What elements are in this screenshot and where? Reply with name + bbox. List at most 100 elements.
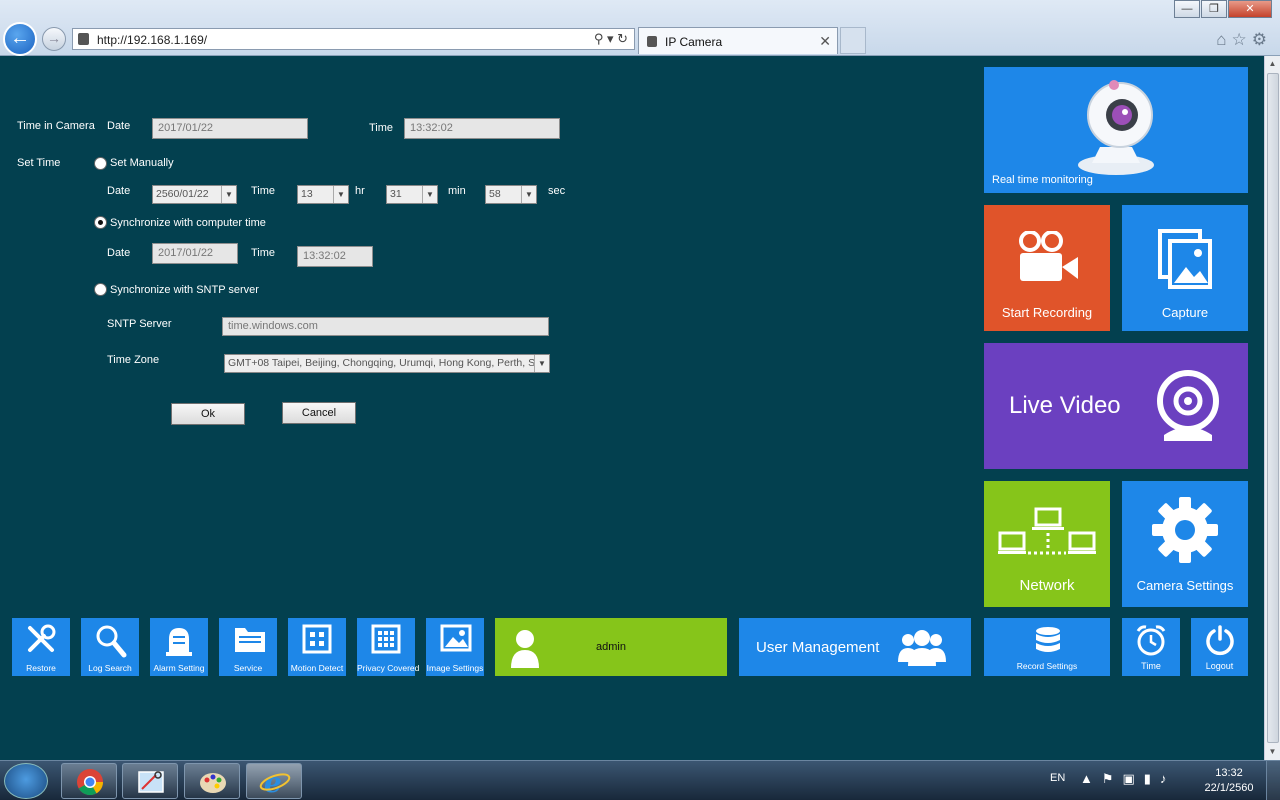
sync-computer-label: Synchronize with computer time bbox=[110, 217, 266, 229]
set-manually-label: Set Manually bbox=[110, 157, 174, 169]
chrome-taskbar-icon[interactable] bbox=[61, 763, 117, 799]
ie-taskbar-icon[interactable]: e bbox=[246, 763, 302, 799]
windows-start-icon[interactable] bbox=[4, 763, 48, 799]
logout-tile[interactable]: Logout bbox=[1191, 618, 1248, 676]
service-label: Service bbox=[233, 663, 263, 673]
scroll-up-icon[interactable]: ▲ bbox=[1265, 56, 1280, 72]
new-tab-button[interactable] bbox=[840, 27, 866, 54]
alarm-setting-tile[interactable]: Alarm Setting bbox=[150, 618, 208, 676]
set-manually-radio[interactable] bbox=[94, 157, 107, 170]
live-video-tile[interactable]: Live Video bbox=[984, 343, 1248, 469]
search-refresh-icons[interactable]: ⚲ ▾ ↻ bbox=[594, 31, 628, 47]
language-indicator[interactable]: EN bbox=[1050, 772, 1065, 784]
restore-tile[interactable]: Restore bbox=[12, 618, 70, 676]
chevron-down-icon: ▼ bbox=[221, 186, 236, 203]
privacy-covered-label: Privacy Covered bbox=[357, 663, 420, 673]
users-group-icon bbox=[898, 630, 946, 666]
chevron-down-icon: ▼ bbox=[422, 186, 437, 203]
time-zone-value: GMT+08 Taipei, Beijing, Chongqing, Urumq… bbox=[228, 357, 550, 369]
computer-date-label: Date bbox=[107, 247, 131, 259]
ok-button[interactable]: Ok bbox=[171, 403, 245, 425]
camera-settings-tile[interactable]: Camera Settings bbox=[1122, 481, 1248, 607]
tab-favicon-icon bbox=[647, 36, 657, 47]
time-zone-select[interactable]: GMT+08 Taipei, Beijing, Chongqing, Urumq… bbox=[224, 354, 550, 373]
time-in-camera-label: Time in Camera bbox=[17, 120, 95, 132]
manual-sec-select[interactable]: 58 ▼ bbox=[485, 185, 537, 204]
clock-date: 22/1/2560 bbox=[1204, 782, 1254, 794]
video-camera-icon bbox=[1019, 231, 1078, 281]
log-search-tile[interactable]: Log Search bbox=[81, 618, 139, 676]
system-tray-icons[interactable]: ▲⚑▣▮♪ bbox=[1080, 771, 1175, 787]
sync-sntp-radio[interactable] bbox=[94, 283, 107, 296]
maximize-button[interactable]: ❐ bbox=[1201, 0, 1227, 18]
forward-arrow-icon[interactable]: → bbox=[42, 27, 66, 51]
page-scrollbar[interactable]: ▲ ▼ bbox=[1264, 56, 1280, 760]
start-recording-tile[interactable]: Start Recording bbox=[984, 205, 1110, 331]
image-icon bbox=[440, 624, 472, 652]
chevron-down-icon: ▼ bbox=[534, 355, 549, 372]
browser-tab[interactable]: IP Camera ✕ bbox=[638, 27, 838, 54]
chrome-logo-icon bbox=[77, 769, 104, 796]
network-tile[interactable]: Network bbox=[984, 481, 1110, 607]
url-text: http://192.168.1.169/ bbox=[97, 33, 208, 47]
user-tile[interactable]: admin bbox=[495, 618, 727, 676]
cancel-button[interactable]: Cancel bbox=[282, 402, 356, 424]
minimize-button[interactable]: — bbox=[1174, 0, 1200, 18]
computer-time-field[interactable]: 13:32:02 bbox=[297, 246, 373, 267]
manual-min-value: 31 bbox=[390, 188, 402, 200]
time-tile[interactable]: Time bbox=[1122, 618, 1180, 676]
capture-tile[interactable]: Capture bbox=[1122, 205, 1248, 331]
user-management-tile[interactable]: User Management bbox=[739, 618, 971, 676]
app-taskbar-icon-2[interactable] bbox=[122, 763, 178, 799]
camera-time-field[interactable]: 13:32:02 bbox=[404, 118, 560, 139]
manual-date-select[interactable]: 2560/01/22 ▼ bbox=[152, 185, 237, 204]
show-desktop-button[interactable] bbox=[1266, 761, 1280, 800]
time-zone-label: Time Zone bbox=[107, 354, 160, 366]
manual-hour-value: 13 bbox=[301, 188, 313, 200]
computer-date-field[interactable]: 2017/01/22 bbox=[152, 243, 238, 264]
taskbar-clock[interactable]: 13:32 22/1/2560 bbox=[1196, 766, 1262, 796]
service-tile[interactable]: Service bbox=[219, 618, 277, 676]
chevron-down-icon: ▼ bbox=[333, 186, 348, 203]
sync-sntp-label: Synchronize with SNTP server bbox=[110, 284, 259, 296]
address-bar[interactable]: http://192.168.1.169/ ⚲ ▾ ↻ bbox=[72, 28, 635, 50]
sntp-server-field[interactable]: time.windows.com bbox=[222, 317, 549, 336]
hr-label: hr bbox=[355, 185, 365, 197]
home-favorites-settings-icons[interactable]: ⌂☆⚙ bbox=[1216, 30, 1272, 50]
record-settings-tile[interactable]: Record Settings bbox=[984, 618, 1110, 676]
record-settings-label: Record Settings bbox=[1016, 661, 1078, 671]
privacy-covered-tile[interactable]: Privacy Covered bbox=[357, 618, 420, 676]
restore-label: Restore bbox=[26, 663, 56, 673]
camera-date-field[interactable]: 2017/01/22 bbox=[152, 118, 308, 139]
webcam-live-icon bbox=[1157, 370, 1219, 441]
magnifier-icon bbox=[96, 625, 127, 658]
paint-taskbar-icon[interactable] bbox=[184, 763, 240, 799]
paint-palette-icon bbox=[200, 773, 226, 793]
live-video-label: Live Video bbox=[1009, 392, 1121, 419]
tab-title: IP Camera bbox=[665, 35, 723, 49]
sync-computer-radio[interactable] bbox=[94, 216, 107, 229]
motion-detect-tile[interactable]: Motion Detect bbox=[288, 618, 346, 676]
time-label: Time bbox=[1141, 661, 1161, 671]
motion-detect-label: Motion Detect bbox=[290, 663, 344, 673]
camera-time-label: Time bbox=[369, 122, 394, 134]
realtime-monitoring-tile[interactable]: Real time monitoring bbox=[984, 67, 1248, 193]
manual-date-value: 2560/01/22 bbox=[156, 188, 209, 200]
manual-hour-select[interactable]: 13 ▼ bbox=[297, 185, 349, 204]
motion-grid-icon bbox=[302, 624, 332, 654]
close-window-button[interactable]: ✕ bbox=[1228, 0, 1272, 18]
privacy-grid-icon bbox=[371, 624, 401, 654]
scrollbar-thumb[interactable] bbox=[1267, 73, 1279, 743]
back-arrow-icon[interactable]: ← bbox=[3, 22, 37, 56]
pictures-icon bbox=[1158, 229, 1212, 289]
manual-date-label: Date bbox=[107, 185, 131, 197]
browser-chrome: — ❐ ✕ ← → http://192.168.1.169/ ⚲ ▾ ↻ IP… bbox=[0, 0, 1280, 56]
image-settings-tile[interactable]: Image Settings bbox=[426, 618, 484, 676]
tab-close-icon[interactable]: ✕ bbox=[819, 33, 831, 50]
manual-min-select[interactable]: 31 ▼ bbox=[386, 185, 438, 204]
site-favicon-icon bbox=[78, 33, 89, 45]
alarm-setting-label: Alarm Setting bbox=[153, 663, 205, 673]
alarm-siren-icon bbox=[166, 628, 192, 656]
user-management-label: User Management bbox=[756, 639, 880, 656]
scroll-down-icon[interactable]: ▼ bbox=[1265, 744, 1280, 760]
